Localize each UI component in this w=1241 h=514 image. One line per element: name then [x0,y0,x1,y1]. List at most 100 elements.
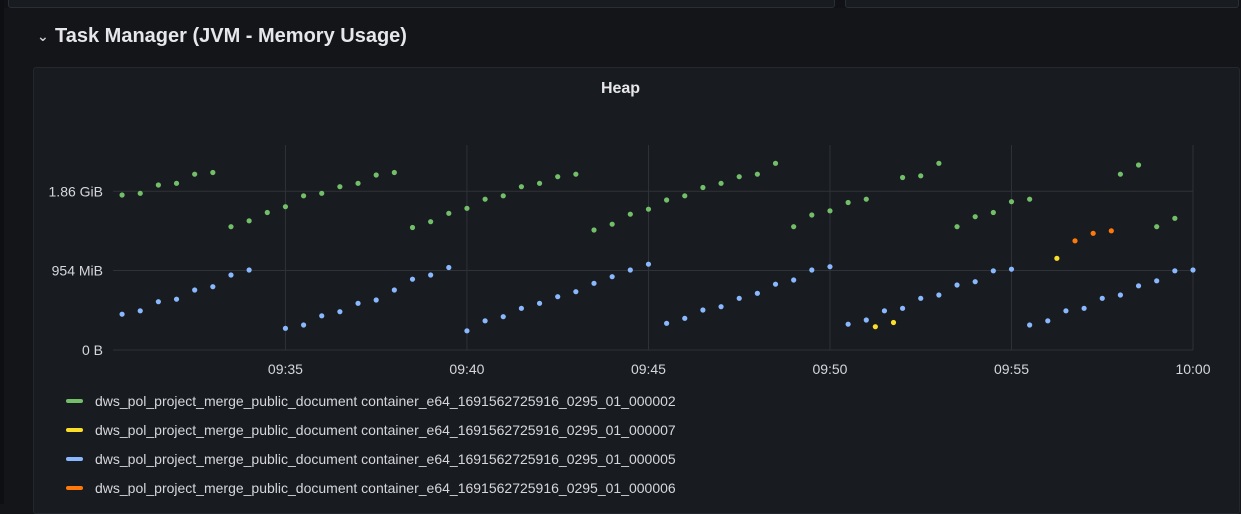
series-2-point [1045,318,1051,324]
series-2-point [391,287,397,293]
series-2-point [899,305,906,311]
series-0-point [954,224,960,230]
series-2-point [736,295,742,301]
series-2-point [1027,322,1033,328]
series-2-point [827,264,833,270]
series-2-point [173,296,180,302]
series-0-point [936,160,942,166]
series-2-point [1081,305,1087,311]
legend-item[interactable]: dws_pol_project_merge_public_document co… [66,473,676,502]
series-2-point [555,294,561,300]
series-0-point [173,180,180,186]
series-2-point [500,314,506,320]
series-2-point [972,279,978,285]
series-0-point [1117,171,1123,177]
series-0-point [464,205,470,211]
series-0-point [210,169,216,176]
series-2-point [754,290,760,296]
series-0-point [373,172,379,178]
series-2-point [1172,268,1178,274]
series-0-point [809,212,815,218]
series-0-point [1172,215,1178,221]
series-2-point [1117,292,1123,298]
series-0-point [246,218,252,224]
series-2-point [192,287,198,293]
series-0-point [627,211,633,217]
legend-swatch [66,456,83,461]
x-tick-label: 09:40 [449,361,484,377]
series-2-point [536,300,543,306]
series-3-point [1090,230,1096,236]
series-2-point [954,282,960,288]
legend-label: dws_pol_project_merge_public_document co… [95,450,676,467]
x-tick-label: 09:45 [631,361,666,377]
series-2-point [845,321,851,327]
series-0-point [609,221,615,227]
series-0-point [972,214,978,220]
series-1-point [872,324,878,330]
series-2-point [664,320,670,326]
series-2-point [337,309,343,315]
legend-swatch [66,427,83,432]
series-0-point [754,171,760,177]
series-2-point [627,267,633,273]
series-2-point [373,297,379,303]
series-2-point [1008,266,1015,272]
series-2-point [246,267,252,273]
series-0-point [718,180,724,186]
legend-item[interactable]: dws_pol_project_merge_public_document co… [66,386,676,415]
series-2-point [645,261,652,267]
series-0-point [1008,199,1015,205]
series-0-point [845,199,851,206]
series-0-point [391,169,397,176]
series-0-point [355,180,361,186]
series-0-point [409,224,416,231]
y-tick-label: 0 B [82,342,103,358]
series-2-point [1063,308,1069,314]
series-0-point [500,193,506,199]
series-2-point [518,305,525,311]
series-0-point [300,193,307,199]
series-2-point [482,318,488,324]
series-2-point [609,274,615,280]
x-tick-label: 09:55 [994,361,1029,377]
series-0-point [1154,224,1160,230]
series-2-point [918,295,924,301]
series-2-point [1135,283,1142,289]
series-0-point [591,227,597,233]
x-tick-label: 09:50 [812,361,847,377]
series-0-point [555,174,561,180]
series-2-point [1190,267,1196,273]
series-0-point [827,208,833,214]
series-2-point [809,267,815,273]
series-2-point [772,281,779,287]
series-1-point [1054,255,1060,261]
series-0-point [645,206,652,212]
series-2-point [573,289,579,295]
series-0-point [192,171,198,177]
series-0-point [428,219,434,225]
series-2-point [863,317,869,323]
series-2-point [990,268,996,274]
series-2-point [700,307,706,313]
legend-item[interactable]: dws_pol_project_merge_public_document co… [66,415,676,444]
legend-label: dws_pol_project_merge_public_document co… [95,479,676,496]
chart-legend: dws_pol_project_merge_public_document co… [66,386,676,502]
series-0-point [700,184,706,191]
series-2-point [228,272,234,278]
series-2-point [119,311,125,317]
legend-label: dws_pol_project_merge_public_document co… [95,421,676,438]
series-2-point [1154,278,1160,284]
series-0-point [536,180,543,186]
legend-swatch [66,485,83,490]
series-2-point [282,325,289,331]
series-0-point [772,160,779,166]
series-0-point [155,182,161,188]
series-0-point [119,192,125,198]
series-0-point [664,197,670,203]
y-tick-label: 1.86 GiB [49,183,103,199]
legend-swatch [66,398,83,403]
series-0-point [573,171,579,177]
series-2-point [936,292,942,298]
legend-item[interactable]: dws_pol_project_merge_public_document co… [66,444,676,473]
